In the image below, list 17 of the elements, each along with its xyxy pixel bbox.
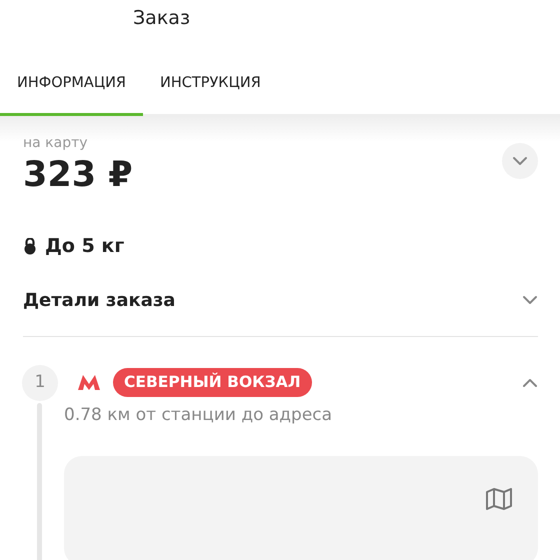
page-title: Заказ xyxy=(133,7,190,29)
map-button[interactable] xyxy=(486,488,512,510)
kettlebell-icon xyxy=(23,238,37,255)
payment-caption: на карту xyxy=(23,134,89,152)
weight-label: До 5 кг xyxy=(45,234,124,259)
stop-number: 1 xyxy=(22,364,58,400)
order-details-toggle[interactable]: Детали заказа xyxy=(23,286,176,314)
tab[interactable]: ИНСТРУКЦИЯ xyxy=(143,54,278,116)
expand-button[interactable] xyxy=(502,143,538,179)
chevron-button[interactable] xyxy=(522,295,538,305)
map-icon xyxy=(486,488,512,510)
chevron-icon xyxy=(512,156,528,166)
station-tag: СЕВЕРНЫЙ ВОКЗАЛ xyxy=(113,368,312,398)
metro-icon xyxy=(78,375,100,390)
distance-text: 0.78 км от станции до адреса xyxy=(64,404,334,426)
price: 323 ₽ xyxy=(23,154,133,197)
collapse-button[interactable] xyxy=(522,378,538,388)
